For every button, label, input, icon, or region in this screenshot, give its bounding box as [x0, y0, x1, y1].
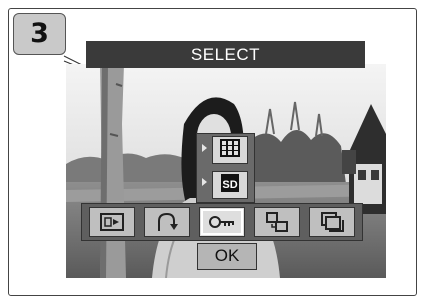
slideshow-button[interactable] [88, 207, 135, 237]
function-icon-bar [81, 203, 363, 241]
slideshow-icon [99, 211, 125, 233]
protect-key-icon [207, 211, 237, 233]
print-order-button[interactable] [309, 207, 356, 237]
rotate-icon [154, 211, 180, 233]
submenu-item-index[interactable] [212, 136, 248, 164]
step-number: 3 [13, 13, 66, 55]
copy-button[interactable] [254, 207, 301, 237]
copy-icon [264, 211, 290, 233]
print-order-icon [319, 211, 345, 233]
rotate-button[interactable] [143, 207, 190, 237]
grid-icon [219, 138, 241, 163]
screen-title: SELECT [86, 41, 365, 68]
submenu-pointer-icon [202, 178, 207, 186]
protect-button[interactable] [198, 207, 245, 237]
media-submenu: SD [196, 133, 255, 203]
submenu-pointer-icon [202, 144, 207, 152]
submenu-item-sd-card[interactable]: SD [212, 171, 248, 199]
sd-card-label: SD [222, 179, 237, 191]
ok-button[interactable]: OK [197, 243, 257, 270]
sd-card-icon: SD [219, 173, 241, 198]
